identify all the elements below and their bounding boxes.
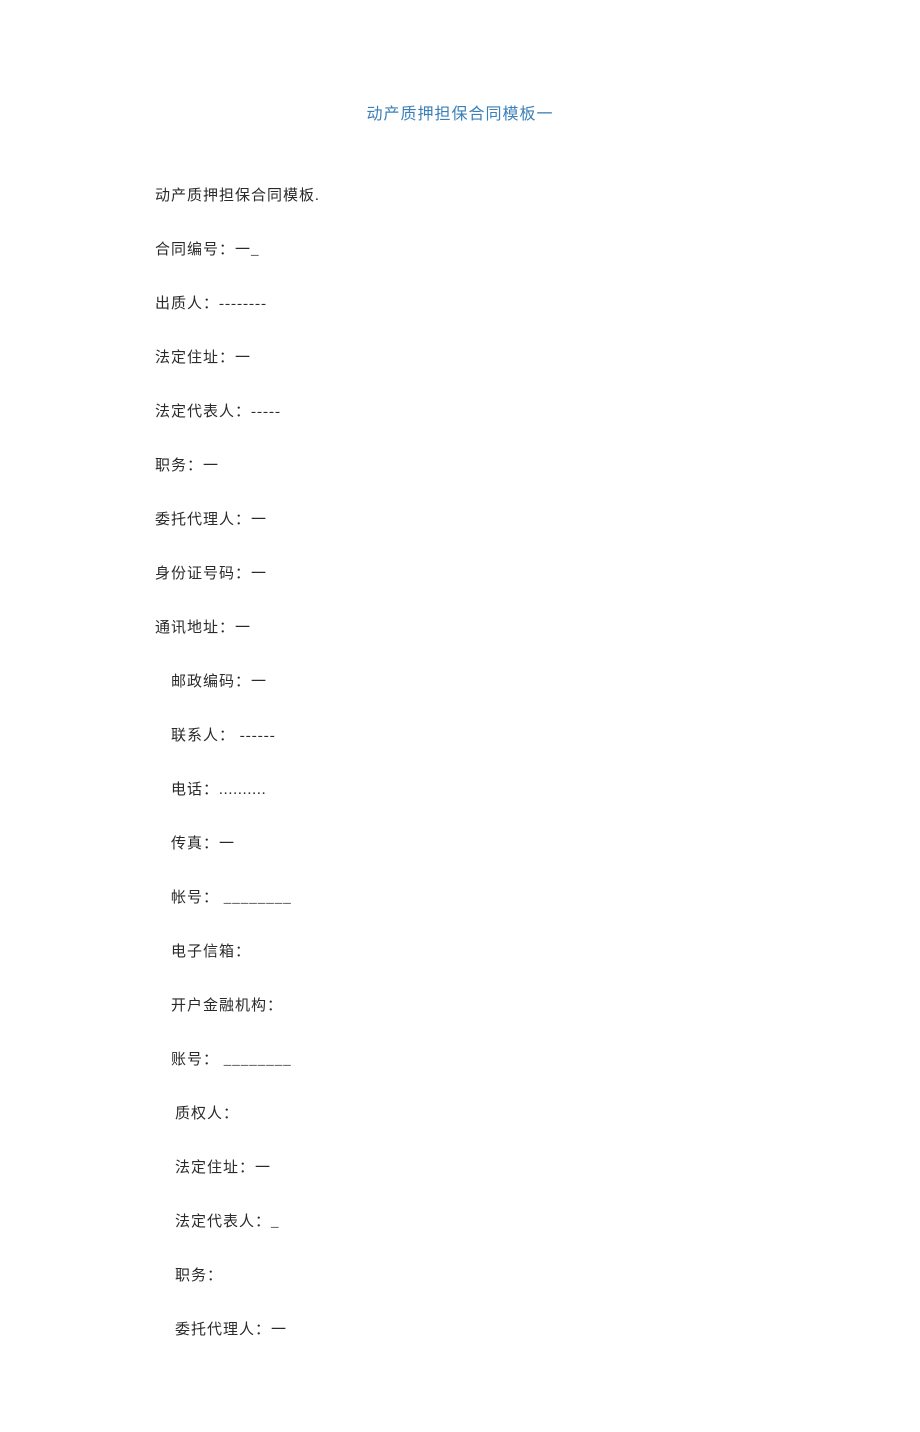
agent2-field: 委托代理人：一	[155, 1318, 765, 1342]
document-page: 动产质押担保合同模板一 动产质押担保合同模板. 合同编号：一_ 出质人：----…	[0, 0, 920, 1432]
document-title: 动产质押担保合同模板一	[155, 100, 765, 124]
legal-address2-field: 法定住址：一	[155, 1156, 765, 1180]
id-number-field: 身份证号码：一	[155, 562, 765, 586]
postal-code-field: 邮政编码：一	[155, 670, 765, 694]
pledgee-field: 质权人：	[155, 1102, 765, 1126]
legal-address-field: 法定住址：一	[155, 346, 765, 370]
financial-institution-field: 开户金融机构：	[155, 994, 765, 1018]
account-field: 帐号： ________	[155, 886, 765, 910]
position-field: 职务：一	[155, 454, 765, 478]
account2-field: 账号： ________	[155, 1048, 765, 1072]
contract-number-field: 合同编号：一_	[155, 238, 765, 262]
pledgor-field: 出质人：--------	[155, 292, 765, 316]
agent-field: 委托代理人：一	[155, 508, 765, 532]
position2-field: 职务：	[155, 1264, 765, 1288]
subtitle-line: 动产质押担保合同模板.	[155, 184, 765, 208]
email-field: 电子信箱：	[155, 940, 765, 964]
fax-field: 传真：一	[155, 832, 765, 856]
phone-field: 电话：..........	[155, 778, 765, 802]
mailing-address-field: 通讯地址：一	[155, 616, 765, 640]
legal-representative2-field: 法定代表人：_	[155, 1210, 765, 1234]
contact-person-field: 联系人： ------	[155, 724, 765, 748]
legal-representative-field: 法定代表人：-----	[155, 400, 765, 424]
